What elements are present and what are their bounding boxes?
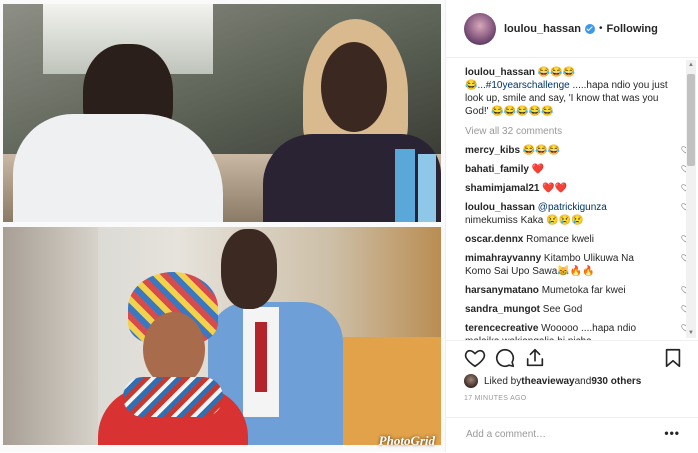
post-header: loulou_hassan • Following: [446, 0, 698, 58]
verified-badge-icon: [585, 23, 596, 34]
comment-username[interactable]: shamimjamal21: [465, 183, 540, 194]
comment-mention[interactable]: @patrickigunza: [538, 202, 607, 213]
more-options-icon[interactable]: •••: [664, 426, 680, 440]
comment-text: nimekumiss Kaka 😢😢😢: [465, 215, 584, 226]
likes-summary: Liked by theavieway and 930 others: [464, 374, 641, 388]
avatar[interactable]: [464, 12, 496, 45]
comment-text: ❤️❤️: [539, 183, 568, 194]
share-icon[interactable]: [524, 347, 546, 369]
comment-text: See God: [540, 304, 583, 315]
comment-username[interactable]: oscar.dennx: [465, 234, 523, 245]
scroll-up-arrow-icon[interactable]: ▲: [686, 60, 696, 70]
comment-bubble-icon[interactable]: [494, 347, 516, 369]
add-comment-bar: •••: [446, 417, 698, 453]
post-actions: Liked by theavieway and 930 others 17 MI…: [446, 340, 698, 453]
comments-list[interactable]: loulou_hassan 😂😂😂 😂...#10yearschallenge …: [446, 58, 698, 340]
photogrid-watermark: PhotoGrid: [378, 433, 435, 448]
view-all-comments-link[interactable]: View all 32 comments: [465, 126, 668, 137]
comment-row: bahati_family ❤️: [465, 163, 690, 176]
comments-scrollbar[interactable]: ▲ ▼: [686, 60, 696, 338]
comment-row: terencecreative Wooooo ....hapa ndio mal…: [465, 322, 690, 340]
comment-text: Romance kweli: [523, 234, 594, 245]
comment-username[interactable]: terencecreative: [465, 323, 538, 334]
separator-dot: •: [599, 23, 603, 34]
caption: loulou_hassan 😂😂😂 😂...#10yearschallenge …: [465, 66, 668, 118]
header-username[interactable]: loulou_hassan: [504, 23, 581, 35]
comment-row: shamimjamal21 ❤️❤️: [465, 182, 690, 195]
likes-count[interactable]: 930 others: [591, 376, 641, 387]
comment-username[interactable]: mimahrayvanny: [465, 253, 541, 264]
scrollbar-thumb[interactable]: [687, 74, 695, 166]
photo-bottom: [3, 227, 441, 445]
caption-emoji-lead: 😂😂😂: [537, 67, 576, 78]
comment-username[interactable]: bahati_family: [465, 164, 529, 175]
comment-username[interactable]: harsanymatano: [465, 285, 539, 296]
post-timestamp[interactable]: 17 MINUTES AGO: [464, 395, 527, 402]
following-button[interactable]: Following: [607, 23, 658, 35]
comment-row: mimahrayvanny Kitambo Ulikuwa Na Komo Sa…: [465, 252, 690, 278]
comment-row: oscar.dennx Romance kweli: [465, 233, 690, 246]
post-details-panel: loulou_hassan • Following loulou_hassan …: [446, 0, 698, 452]
comment-row: mercy_kibs 😂😂😂: [465, 144, 690, 157]
comment-row: loulou_hassan @patrickigunza nimekumiss …: [465, 201, 690, 227]
comment-username[interactable]: sandra_mungot: [465, 304, 540, 315]
add-comment-input[interactable]: [464, 428, 648, 441]
comment-row: sandra_mungot See God: [465, 303, 690, 316]
comment-username[interactable]: loulou_hassan: [465, 202, 535, 213]
heart-icon[interactable]: [464, 347, 486, 369]
comment-row: harsanymatano Mumetoka far kwei: [465, 284, 690, 297]
likes-middle: and: [574, 375, 592, 387]
comment-username[interactable]: mercy_kibs: [465, 145, 520, 156]
comment-text: 😂😂😂: [520, 145, 561, 156]
post-image[interactable]: PhotoGrid: [0, 0, 446, 452]
photo-top: [3, 4, 441, 222]
liker-username[interactable]: theavieway: [521, 376, 574, 387]
likes-prefix: Liked by: [484, 375, 522, 387]
caption-username[interactable]: loulou_hassan: [465, 67, 535, 78]
action-icons: [464, 347, 684, 369]
scroll-down-arrow-icon[interactable]: ▼: [686, 328, 696, 338]
comment-text: ❤️: [528, 164, 545, 175]
comment-text: Mumetoka far kwei: [538, 285, 626, 296]
liker-avatar[interactable]: [464, 374, 478, 388]
caption-text-part1: 😂...: [465, 80, 486, 91]
caption-hashtag[interactable]: #10yearschallenge: [486, 80, 570, 91]
bookmark-icon[interactable]: [662, 347, 684, 369]
